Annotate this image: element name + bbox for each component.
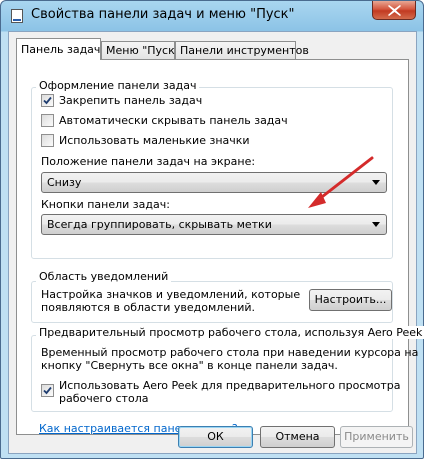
taskbar-location-dropdown[interactable]: Снизу — [41, 172, 387, 193]
dialog-client-area: Панель задач Меню "Пуск" Панели инструме… — [8, 31, 426, 454]
aero-peek-option-line2: рабочего стола — [59, 392, 149, 405]
window-title: Свойства панели задач и меню "Пуск" — [31, 7, 295, 22]
notification-area-title: Область уведомлений — [36, 270, 172, 283]
tab-taskbar[interactable]: Панель задач — [16, 38, 101, 60]
aero-peek-checkbox[interactable] — [41, 384, 54, 397]
customize-button[interactable]: Настроить... — [309, 289, 392, 311]
taskbar-buttons-dropdown[interactable]: Всегда группировать, скрывать метки — [41, 214, 387, 235]
autohide-taskbar-label: Автоматически скрывать панель задач — [59, 114, 288, 127]
tab-label: Панели инструментов — [180, 44, 309, 57]
lock-taskbar-checkbox[interactable] — [41, 94, 54, 107]
aero-peek-title: Предварительный просмотр рабочего стола,… — [36, 326, 426, 339]
aero-peek-desc-line1: Временный просмотр рабочего стола при на… — [41, 346, 419, 359]
dialog-window: Свойства панели задач и меню "Пуск" Пане… — [0, 0, 426, 459]
tab-label: Меню "Пуск" — [106, 44, 180, 57]
taskbar-location-label: Положение панели задач на экране: — [41, 155, 256, 168]
chevron-down-icon — [372, 180, 380, 185]
small-icons-checkbox[interactable] — [41, 134, 54, 147]
chevron-down-icon — [372, 222, 380, 227]
taskbar-location-value: Снизу — [47, 176, 82, 189]
taskbar-buttons-value: Всегда группировать, скрывать метки — [47, 218, 272, 231]
close-button[interactable] — [372, 1, 416, 20]
notification-desc-line2: появляются в области уведомлений. — [41, 301, 256, 314]
notification-desc-line1: Настройка значков и уведомлений, которые — [41, 288, 301, 301]
appearance-group-title: Оформление панели задач — [36, 79, 200, 92]
cancel-button[interactable]: Отмена — [260, 426, 335, 448]
autohide-taskbar-checkbox[interactable] — [41, 114, 54, 127]
checkmark-icon — [43, 96, 52, 105]
ok-button[interactable]: ОК — [178, 426, 253, 448]
taskbar-tab-panel: Оформление панели задач Закрепить панель… — [16, 59, 426, 435]
lock-taskbar-label: Закрепить панель задач — [59, 94, 203, 107]
tab-label: Панель задач — [21, 43, 101, 56]
close-icon — [388, 5, 401, 16]
checkmark-icon — [43, 386, 52, 395]
aero-peek-option-line1: Использовать Aero Peek для предварительн… — [59, 379, 401, 392]
taskbar-buttons-label: Кнопки панели задач: — [41, 198, 170, 211]
tab-toolbars[interactable]: Панели инструментов — [175, 41, 309, 59]
aero-peek-desc-line2: кнопку "Свернуть все окна" в конце панел… — [41, 359, 338, 372]
small-icons-label: Использовать маленькие значки — [59, 134, 250, 147]
taskbar-app-icon — [11, 9, 23, 23]
tab-start-menu[interactable]: Меню "Пуск" — [101, 41, 180, 59]
title-bar[interactable]: Свойства панели задач и меню "Пуск" — [1, 1, 425, 31]
apply-button: Применить — [340, 426, 413, 448]
